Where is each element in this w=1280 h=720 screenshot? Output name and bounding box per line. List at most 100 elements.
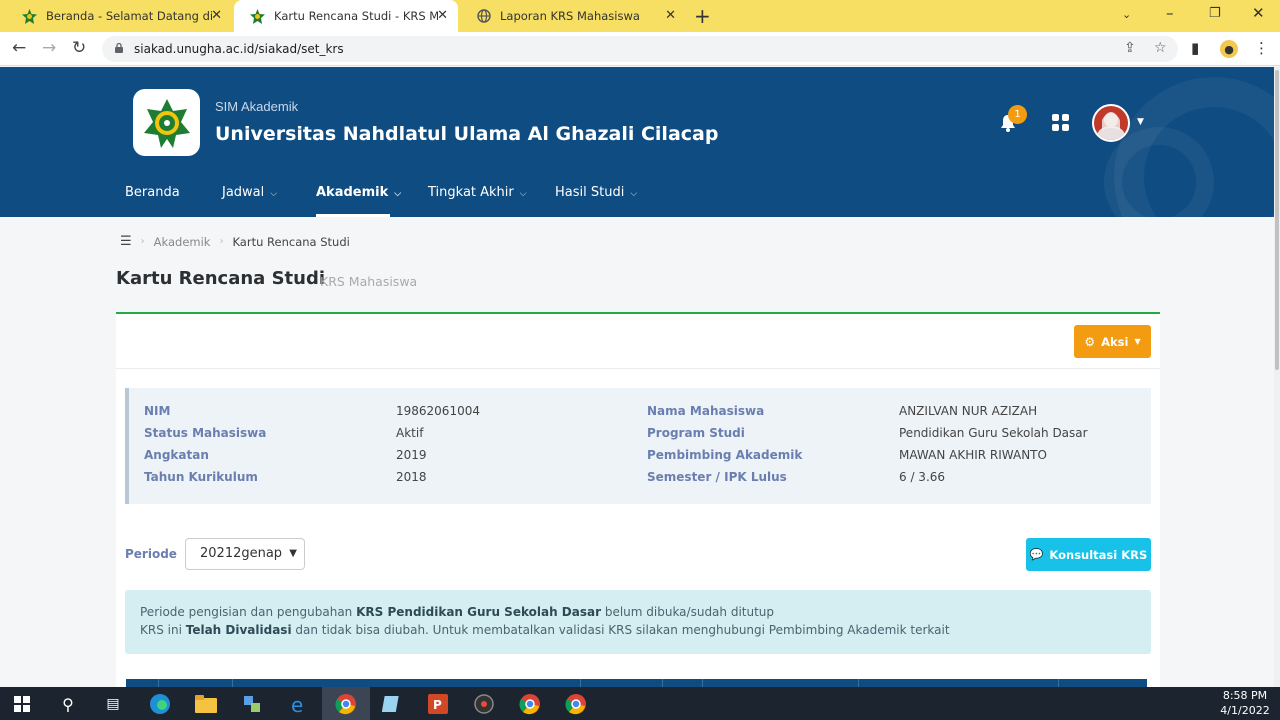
back-arrow-icon[interactable]: ← [12, 38, 26, 58]
nav-label: Jadwal [222, 185, 265, 200]
page-subtitle: KRS Mahasiswa [320, 274, 418, 289]
url-text: siakad.unugha.ac.id/siakad/set_krs [134, 42, 344, 56]
notes-app-icon[interactable] [380, 692, 404, 716]
search-icon[interactable]: ⚲ [56, 692, 80, 716]
prodi-value: Pendidikan Guru Sekolah Dasar [899, 426, 1088, 440]
semester-ipk-value: 6 / 3.66 [899, 470, 946, 484]
nav-tingkat-akhir[interactable]: Tingkat Akhir ⌵ [428, 185, 527, 200]
more-menu-icon[interactable]: ⋮ [1254, 39, 1269, 57]
periode-label: Periode [125, 547, 177, 561]
clock-time: 8:58 PM [1222, 689, 1268, 702]
student-info-panel: NIM 19862061004 Status Mahasiswa Aktif A… [125, 388, 1151, 504]
svg-text:e: e [291, 693, 303, 715]
aksi-label: Aksi [1101, 334, 1129, 349]
university-favicon-icon [250, 8, 265, 24]
scrollbar-thumb[interactable] [1275, 70, 1279, 370]
kurikulum-value: 2018 [396, 470, 427, 484]
browser-tab-laporan[interactable]: Laporan KRS Mahasiswa ✕ [460, 0, 686, 32]
url-field[interactable]: siakad.unugha.ac.id/siakad/set_krs ⇪ ☆ [102, 36, 1178, 62]
windows-start-icon[interactable] [10, 692, 34, 716]
tab-title: Kartu Rencana Studi - KRS Mahas [274, 9, 438, 23]
close-tab-icon[interactable]: ✕ [665, 8, 676, 23]
breadcrumb: ☰ › Akademik › Kartu Rencana Studi [120, 234, 350, 249]
caret-down-icon: ▼ [1134, 337, 1141, 346]
breadcrumb-akademik[interactable]: Akademik [154, 235, 211, 249]
clock-date: 4/1/2022 [1220, 704, 1270, 717]
hamburger-menu-icon[interactable]: ☰ [120, 234, 132, 249]
minimize-icon[interactable]: – [1166, 4, 1174, 22]
recorder-app-icon[interactable] [472, 692, 496, 716]
chevron-down-icon: ⌵ [394, 189, 402, 199]
semester-ipk-label: Semester / IPK Lulus [647, 470, 787, 484]
bookmark-star-icon[interactable]: ☆ [1154, 40, 1167, 56]
konsultasi-krs-button[interactable]: 💬 Konsultasi KRS [1026, 538, 1151, 571]
divider [116, 368, 1160, 369]
chevron-right-icon: › [140, 236, 145, 247]
user-avatar[interactable] [1092, 104, 1130, 142]
tab-search-chevron-icon[interactable]: ⌄ [1122, 8, 1131, 21]
nim-label: NIM [144, 404, 171, 418]
nav-beranda[interactable]: Beranda [125, 185, 180, 200]
status-label: Status Mahasiswa [144, 426, 267, 440]
task-view-icon[interactable]: ▤ [101, 692, 125, 716]
nav-label: Hasil Studi [555, 185, 625, 200]
kurikulum-label: Tahun Kurikulum [144, 470, 258, 484]
page-title: Kartu Rencana Studi [116, 268, 326, 289]
close-tab-icon[interactable]: ✕ [437, 8, 448, 23]
chrome-icon[interactable] [334, 692, 358, 716]
nav-akademik[interactable]: Akademik ⌵ [316, 185, 401, 200]
window-close-icon[interactable]: ✕ [1252, 4, 1265, 22]
svg-text:P: P [433, 698, 442, 712]
active-menu-indicator [316, 214, 390, 217]
reload-icon[interactable]: ↻ [72, 38, 86, 58]
nav-label: Tingkat Akhir [428, 185, 514, 200]
university-favicon-icon [22, 8, 37, 24]
university-logo[interactable] [133, 89, 200, 156]
restore-icon[interactable]: ❐ [1209, 6, 1221, 21]
forward-arrow-icon[interactable]: → [42, 38, 56, 58]
angkatan-value: 2019 [396, 448, 427, 462]
nama-value: ANZILVAN NUR AZIZAH [899, 404, 1038, 418]
breadcrumb-current: Kartu Rencana Studi [232, 234, 350, 249]
aksi-button[interactable]: ⚙ Aksi ▼ [1074, 325, 1151, 358]
notice-line-1: Periode pengisian dan pengubahan KRS Pen… [140, 605, 775, 619]
windows-taskbar: ⚲ ▤ e P [0, 687, 1280, 720]
pembimbing-value: MAWAN AKHIR RIWANTO [899, 448, 1047, 462]
nav-label: Beranda [125, 185, 180, 200]
close-tab-icon[interactable]: ✕ [211, 8, 222, 23]
system-clock[interactable]: 8:58 PM 4/1/2022 [1216, 688, 1274, 718]
nav-hasil-studi[interactable]: Hasil Studi ⌵ [555, 185, 637, 200]
share-icon[interactable]: ⇪ [1124, 40, 1136, 56]
krs-notice-alert: Periode pengisian dan pengubahan KRS Pen… [125, 590, 1151, 654]
nim-value: 19862061004 [396, 404, 480, 418]
browser-tab-bar: Beranda - Selamat Datang di Sist ✕ Kartu… [0, 0, 1280, 32]
chevron-down-icon: ▼ [289, 548, 297, 559]
new-tab-icon[interactable]: + [694, 4, 711, 28]
browser-tab-beranda[interactable]: Beranda - Selamat Datang di Sist ✕ [6, 0, 232, 32]
krs-card: ⚙ Aksi ▼ NIM 19862061004 Status Mahasisw… [116, 312, 1160, 712]
apps-grid-icon[interactable] [1052, 114, 1070, 132]
nav-jadwal[interactable]: Jadwal ⌵ [222, 185, 277, 200]
periode-selected-value: 20212genap [200, 546, 283, 561]
browser-tab-krs[interactable]: Kartu Rencana Studi - KRS Mahas ✕ [234, 0, 458, 32]
edge-browser-icon[interactable] [148, 692, 172, 716]
university-emblem-icon [143, 98, 190, 148]
chrome-icon[interactable] [518, 692, 542, 716]
file-explorer-icon[interactable] [194, 692, 218, 716]
periode-select[interactable]: 20212genap ▼ [185, 538, 305, 570]
nama-label: Nama Mahasiswa [647, 404, 765, 418]
side-panel-icon[interactable]: ▮ [1191, 39, 1199, 57]
powerpoint-icon[interactable]: P [426, 692, 450, 716]
prodi-label: Program Studi [647, 426, 745, 440]
app-name: SIM Akademik [215, 99, 299, 114]
chrome-icon[interactable] [564, 692, 588, 716]
internet-explorer-icon[interactable]: e [287, 692, 311, 716]
profile-icon[interactable]: ● [1220, 40, 1238, 58]
angkatan-label: Angkatan [144, 448, 209, 462]
network-app-icon[interactable] [240, 692, 264, 716]
notification-badge: 1 [1008, 105, 1027, 124]
chat-bubble-icon: 💬 [1029, 548, 1044, 561]
tab-title: Laporan KRS Mahasiswa [500, 9, 640, 23]
caret-down-icon[interactable]: ▼ [1137, 117, 1144, 127]
konsultasi-label: Konsultasi KRS [1049, 547, 1148, 562]
